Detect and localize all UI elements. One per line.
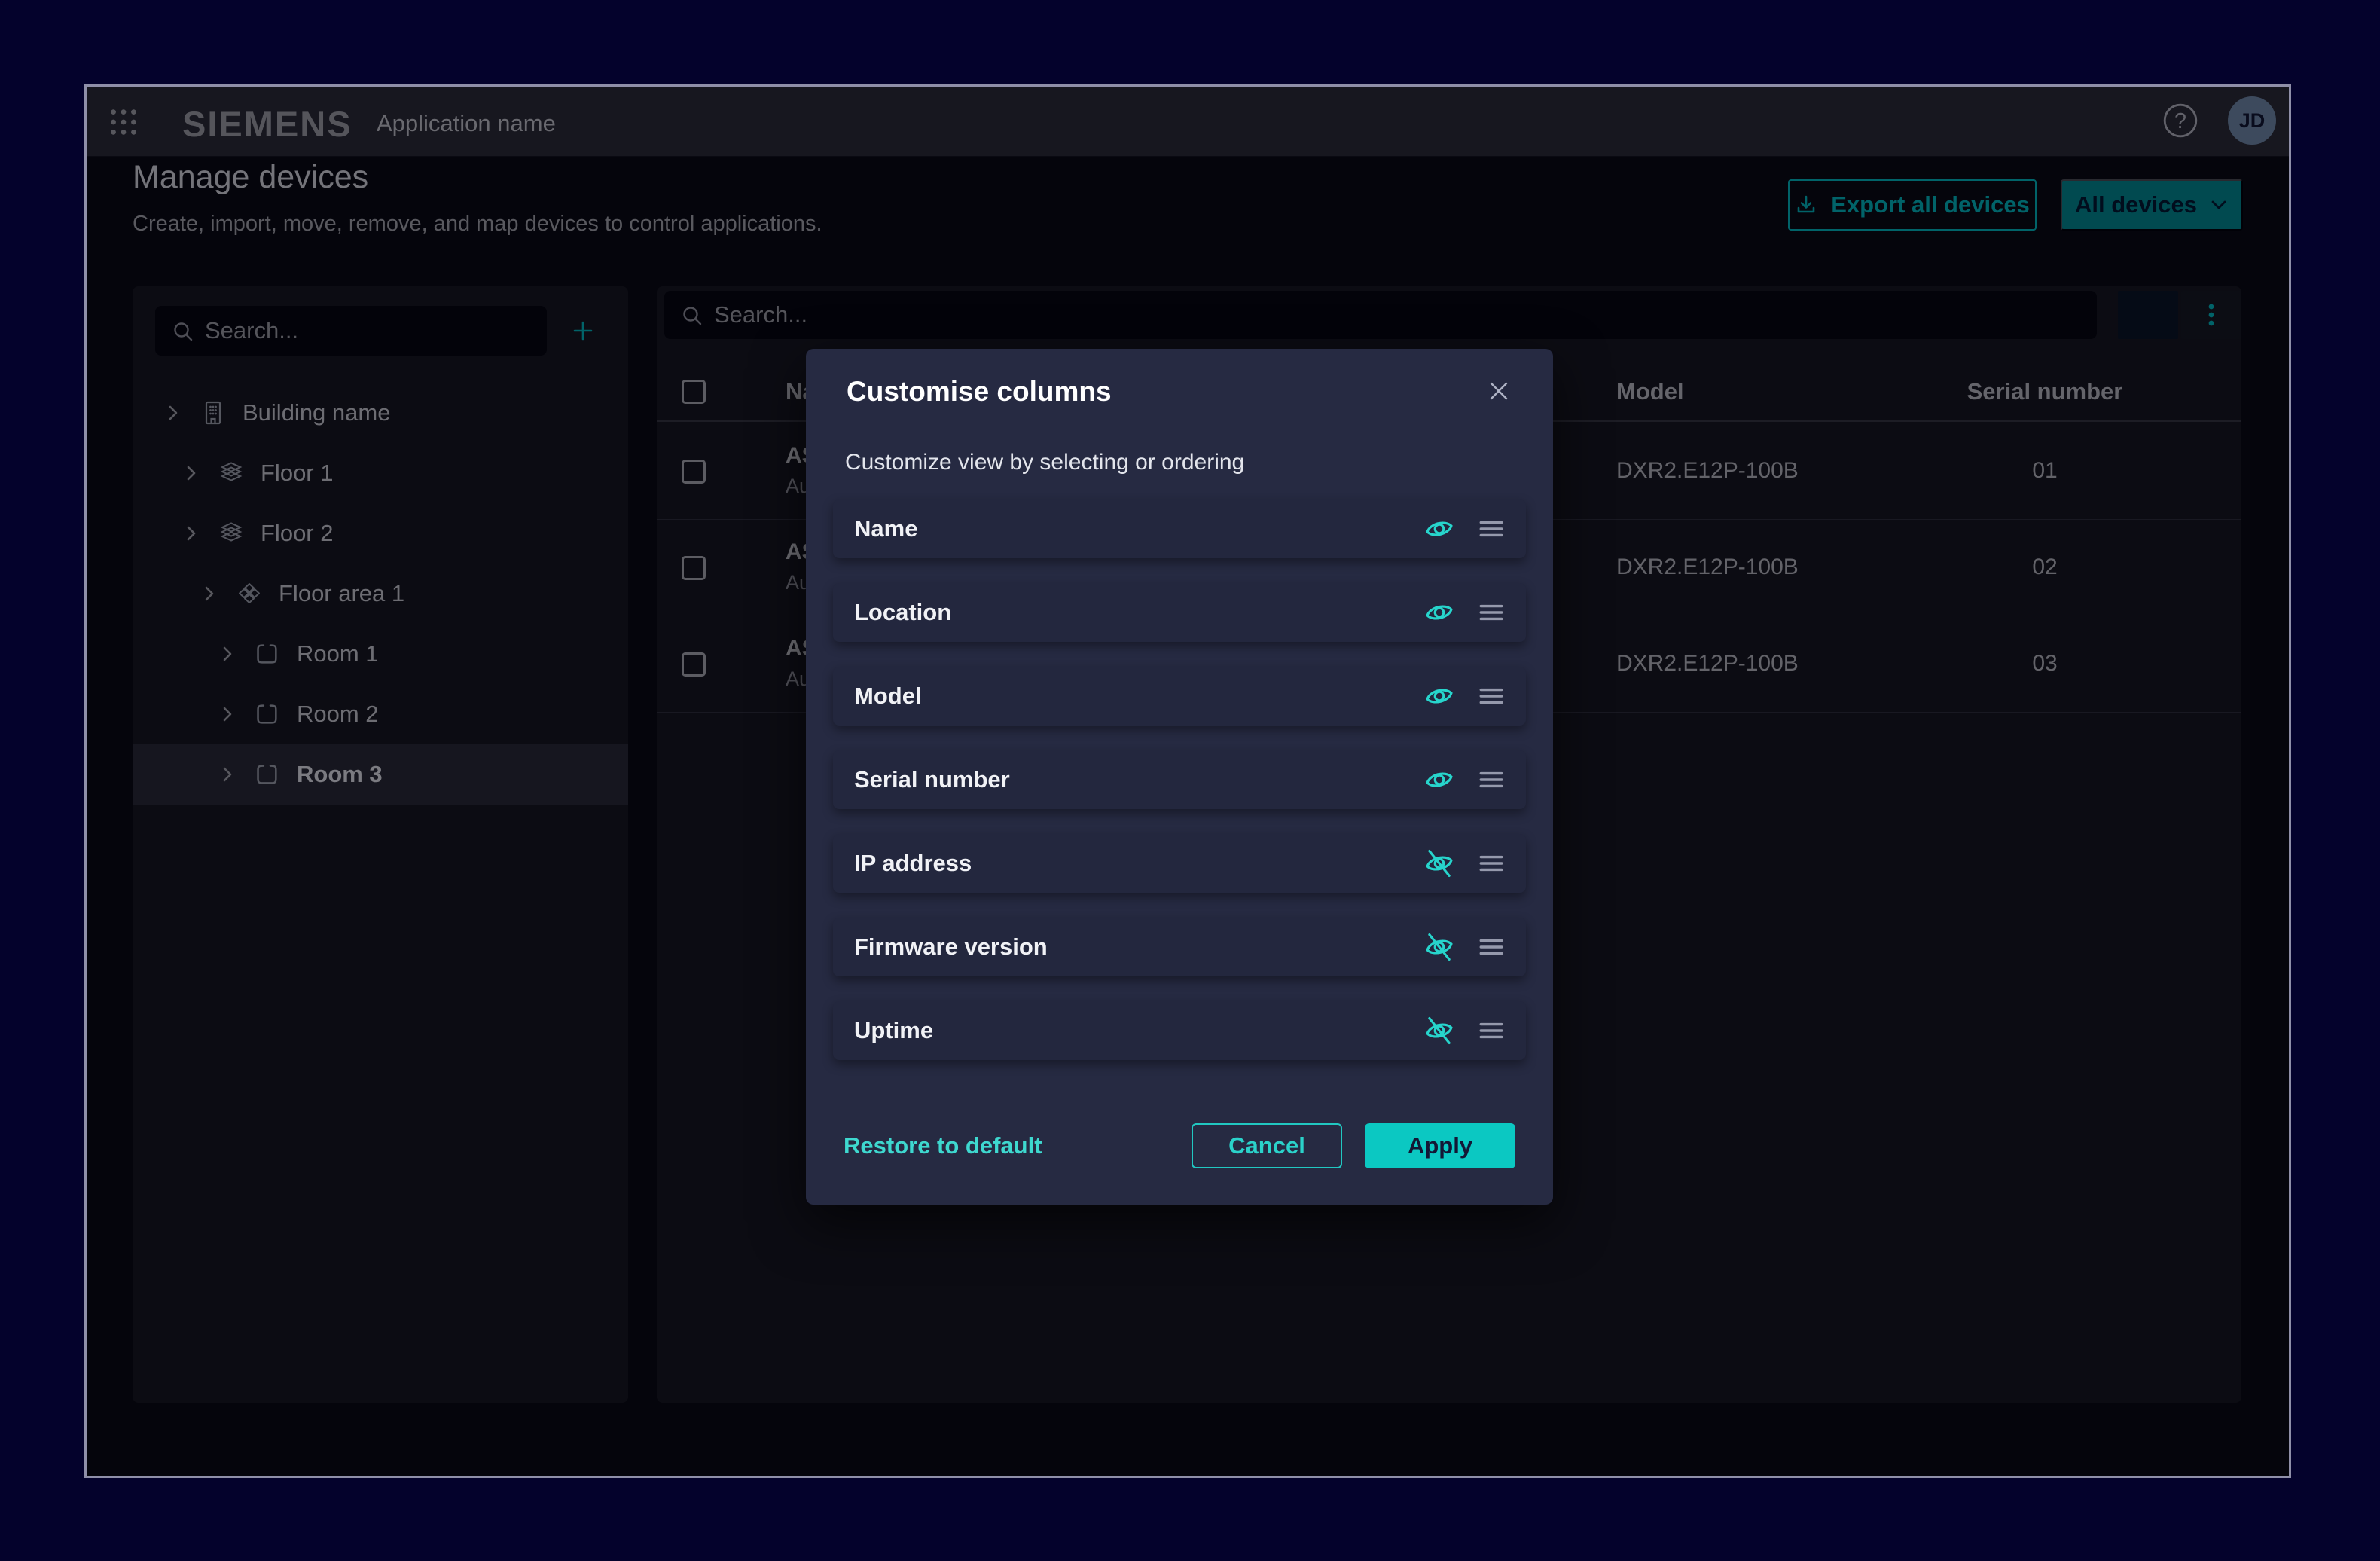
cancel-button[interactable]: Cancel [1192,1123,1342,1168]
eye-icon [1423,764,1455,796]
drag-handle-icon [1478,600,1505,625]
column-label: Model [854,683,1419,710]
column-card-ip-address[interactable]: IP address [833,834,1526,893]
drag-handle-icon [1478,1018,1505,1043]
visibility-toggle[interactable] [1419,930,1454,964]
drag-handle-icon [1478,767,1505,793]
column-card-firmware-version[interactable]: Firmware version [833,918,1526,976]
eye-off-icon [1423,931,1455,963]
customise-columns-dialog: Customise columns Customize view by sele… [806,349,1553,1205]
eye-off-icon [1423,848,1455,879]
column-label: IP address [854,850,1419,877]
drag-handle-icon [1478,683,1505,709]
eye-icon [1423,680,1455,712]
visibility-toggle[interactable] [1419,595,1454,630]
restore-to-default-button[interactable]: Restore to default [839,1123,1047,1168]
eye-icon [1423,597,1455,628]
drag-handle-icon [1478,516,1505,542]
close-icon [1487,379,1511,403]
eye-off-icon [1423,1015,1455,1046]
app-window: SIEMENS Application name JD Manage devic… [84,84,2291,1478]
drag-handle[interactable] [1473,762,1508,797]
visibility-toggle[interactable] [1419,1013,1454,1048]
drag-handle-icon [1478,934,1505,960]
dialog-title: Customise columns [847,376,1112,408]
column-label: Name [854,515,1419,542]
column-label: Firmware version [854,933,1419,961]
column-card-uptime[interactable]: Uptime [833,1001,1526,1060]
visibility-toggle[interactable] [1419,762,1454,797]
column-label: Uptime [854,1017,1419,1044]
drag-handle[interactable] [1473,930,1508,964]
column-card-name[interactable]: Name [833,499,1526,558]
drag-handle[interactable] [1473,595,1508,630]
visibility-toggle[interactable] [1419,679,1454,713]
drag-handle[interactable] [1473,512,1508,546]
drag-handle[interactable] [1473,846,1508,881]
drag-handle[interactable] [1473,1013,1508,1048]
drag-handle[interactable] [1473,679,1508,713]
column-card-location[interactable]: Location [833,583,1526,642]
apply-button[interactable]: Apply [1365,1123,1515,1168]
visibility-toggle[interactable] [1419,846,1454,881]
visibility-toggle[interactable] [1419,512,1454,546]
dialog-subtitle: Customize view by selecting or ordering [845,450,1244,475]
column-card-serial-number[interactable]: Serial number [833,750,1526,809]
eye-icon [1423,513,1455,545]
drag-handle-icon [1478,851,1505,876]
column-card-model[interactable]: Model [833,667,1526,726]
column-label: Serial number [854,766,1419,793]
close-button[interactable] [1482,374,1515,408]
column-label: Location [854,599,1419,626]
